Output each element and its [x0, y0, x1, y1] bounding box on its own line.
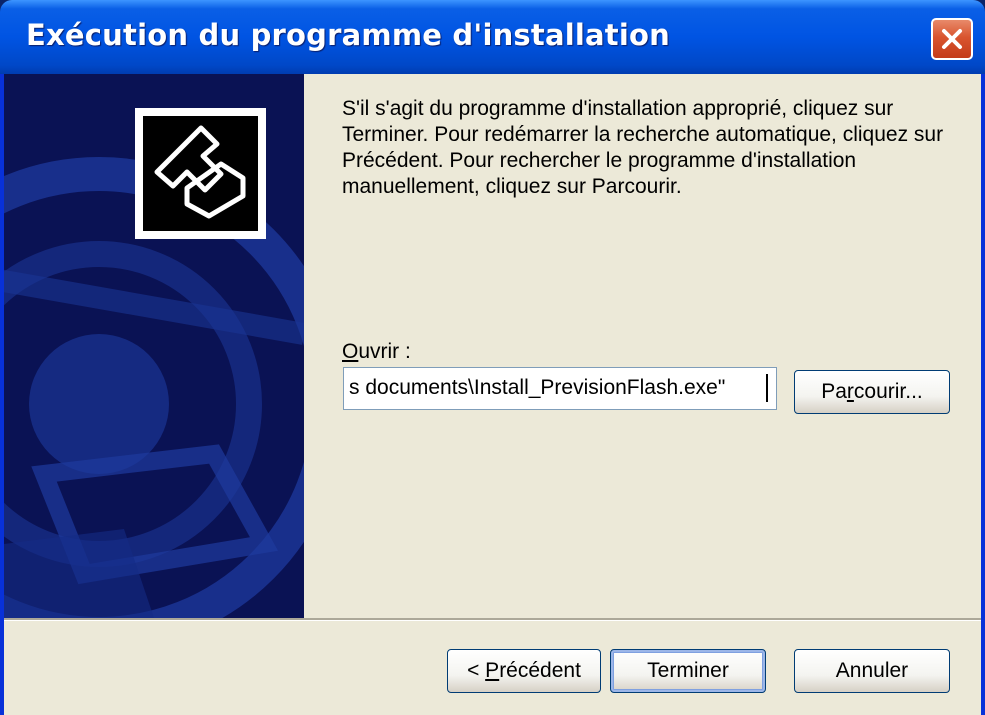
- finish-button[interactable]: Terminer: [610, 649, 766, 693]
- instructions-text: S'il s'agit du programme d'installation …: [342, 97, 944, 198]
- open-path-input[interactable]: s documents\Install_PrevisionFlash.exe": [343, 367, 777, 410]
- setup-wizard-window: Exécution du programme d'installation S'…: [0, 0, 985, 715]
- setup-arrow-icon: [154, 125, 246, 219]
- open-path-value: s documents\Install_PrevisionFlash.exe": [349, 376, 726, 399]
- text-caret: [766, 374, 768, 402]
- close-button[interactable]: [931, 18, 973, 60]
- back-button[interactable]: < Précédent: [447, 649, 601, 693]
- dialog-body: S'il s'agit du programme d'installation …: [4, 74, 981, 715]
- footer-separator: [4, 618, 981, 621]
- setup-logo: [135, 108, 266, 239]
- close-icon: [942, 29, 962, 49]
- window-frame-right: [981, 74, 985, 715]
- window-title: Exécution du programme d'installation: [26, 18, 670, 52]
- cancel-button[interactable]: Annuler: [794, 649, 950, 693]
- browse-button[interactable]: Parcourir...: [794, 370, 950, 414]
- title-bar[interactable]: Exécution du programme d'installation: [0, 0, 985, 74]
- wizard-sidebar-banner: [4, 74, 304, 618]
- open-field-label: Ouvrir :: [342, 340, 411, 363]
